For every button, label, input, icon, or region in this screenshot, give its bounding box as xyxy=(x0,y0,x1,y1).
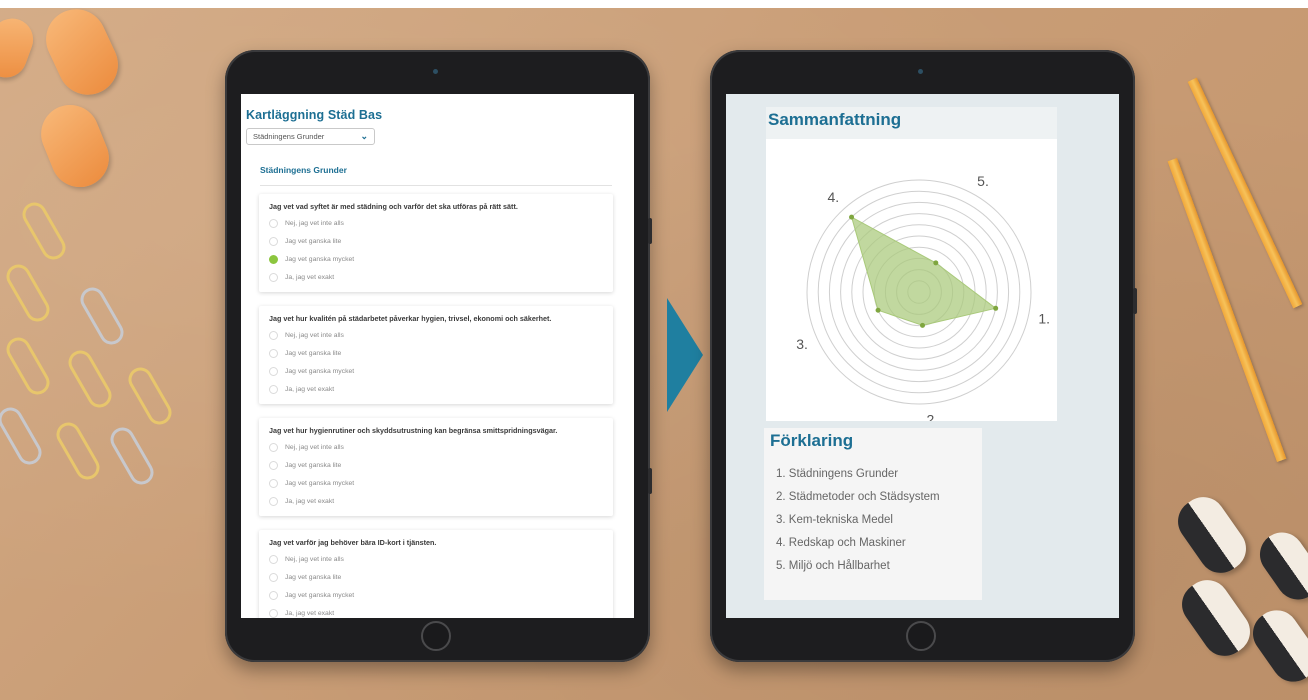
legend-item: 3. Kem-tekniska Medel xyxy=(776,514,893,526)
option-label: Ja, jag vet exakt xyxy=(285,497,335,505)
radar-point xyxy=(993,305,999,311)
radio-button[interactable] xyxy=(269,608,278,618)
radar-point xyxy=(849,214,855,220)
answer-option[interactable]: Jag vet ganska mycket xyxy=(269,587,603,605)
answer-option[interactable]: Nej, jag vet inte alls xyxy=(269,215,603,233)
question-text: Jag vet hur hygienrutiner och skyddsutru… xyxy=(269,426,558,435)
camera-dot xyxy=(918,69,923,74)
radio-button[interactable] xyxy=(269,443,278,453)
radio-button[interactable] xyxy=(269,366,278,376)
radar-point xyxy=(875,307,881,313)
side-button xyxy=(648,468,652,494)
answer-option[interactable]: Jag vet ganska mycket xyxy=(269,251,603,269)
tablet-survey: Kartläggning Städ Bas Städningens Grunde… xyxy=(225,50,652,662)
arrow-right-icon xyxy=(667,298,703,412)
question-text: Jag vet varför jag behöver bära ID-kort … xyxy=(269,538,437,547)
question-card: Jag vet hur hygienrutiner och skyddsutru… xyxy=(259,418,613,517)
answer-option[interactable]: Ja, jag vet exakt xyxy=(269,380,603,398)
radio-button[interactable] xyxy=(269,478,278,488)
answer-option[interactable]: Ja, jag vet exakt xyxy=(269,268,603,286)
option-label: Jag vet ganska lite xyxy=(285,350,342,358)
radar-chart: 1. 2. 3. 4. 5. xyxy=(796,173,1050,427)
section-heading: Städningens Grunder xyxy=(260,165,612,186)
option-label: Nej, jag vet inte alls xyxy=(285,444,344,452)
answer-option[interactable]: Nej, jag vet inte alls xyxy=(269,439,603,457)
answer-option[interactable]: Ja, jag vet exakt xyxy=(269,604,603,618)
option-label: Ja, jag vet exakt xyxy=(285,609,335,617)
radio-button[interactable] xyxy=(269,555,278,565)
legend-title: Förklaring xyxy=(770,431,854,450)
axis-label: 2. xyxy=(927,411,939,421)
option-label: Jag vet ganska mycket xyxy=(285,479,355,487)
option-label: Jag vet ganska lite xyxy=(285,574,342,582)
camera-dot xyxy=(433,69,438,74)
legend-item: 2. Städmetoder och Städsystem xyxy=(776,491,940,503)
section-dropdown[interactable]: Städningens Grunder ⌄ xyxy=(246,128,375,145)
summary-screen: Sammanfattning 1. 2. 3. 4. 5. Förklaring 1. … xyxy=(726,94,1119,618)
option-label: Nej, jag vet inte alls xyxy=(285,332,344,340)
axis-label: 5. xyxy=(977,173,989,189)
answer-option[interactable]: Jag vet ganska lite xyxy=(269,345,603,363)
radio-button[interactable] xyxy=(269,496,278,506)
answer-option[interactable]: Jag vet ganska lite xyxy=(269,569,603,587)
side-button xyxy=(648,218,652,244)
radio-button[interactable] xyxy=(269,349,278,359)
legend-item: 4. Redskap och Maskiner xyxy=(776,537,906,549)
option-label: Jag vet ganska mycket xyxy=(285,367,355,375)
radio-button[interactable] xyxy=(269,573,278,583)
radar-point xyxy=(920,322,926,328)
axis-label: 4. xyxy=(828,189,840,205)
survey-screen: Kartläggning Städ Bas Städningens Grunde… xyxy=(241,94,634,618)
side-button xyxy=(1133,288,1137,314)
radio-button[interactable] xyxy=(269,590,278,600)
survey-header: Kartläggning Städ Bas Städningens Grunde… xyxy=(246,108,382,145)
option-label: Nej, jag vet inte alls xyxy=(285,556,344,564)
legend-item: 5. Miljö och Hållbarhet xyxy=(776,560,890,572)
legend-panel: Förklaring 1. Städningens Grunder 2. Städ… xyxy=(764,428,982,600)
option-label: Ja, jag vet exakt xyxy=(285,385,335,393)
question-text: Jag vet vad syftet är med städning och v… xyxy=(269,202,518,211)
radio-selected[interactable] xyxy=(269,254,278,264)
option-label: Jag vet ganska mycket xyxy=(285,255,355,263)
radio-button[interactable] xyxy=(269,272,278,282)
home-button[interactable] xyxy=(421,621,451,651)
option-label: Nej, jag vet inte alls xyxy=(285,220,344,228)
dropdown-value: Städningens Grunder xyxy=(253,132,325,141)
radio-button[interactable] xyxy=(269,461,278,471)
radio-button[interactable] xyxy=(269,384,278,394)
axis-label: 1. xyxy=(1038,311,1050,327)
axis-label: 3. xyxy=(796,336,808,352)
top-border xyxy=(0,0,1308,8)
answer-option[interactable]: Jag vet ganska mycket xyxy=(269,475,603,493)
chevron-down-icon: ⌄ xyxy=(360,131,368,141)
answer-option[interactable]: Nej, jag vet inte alls xyxy=(269,551,603,569)
home-button[interactable] xyxy=(906,621,936,651)
answer-option[interactable]: Nej, jag vet inte alls xyxy=(269,327,603,345)
option-label: Jag vet ganska mycket xyxy=(285,591,355,599)
radar-chart-panel: 1. 2. 3. 4. 5. xyxy=(766,139,1057,427)
tablet-summary: Sammanfattning 1. 2. 3. 4. 5. Förklaring 1. … xyxy=(710,50,1137,662)
summary-title-box: Sammanfattning xyxy=(766,107,1057,139)
radio-button[interactable] xyxy=(269,331,278,341)
question-card: Jag vet varför jag behöver bära ID-kort … xyxy=(259,530,613,618)
app-title: Kartläggning Städ Bas xyxy=(246,108,383,122)
question-card: Jag vet hur kvalitén på städarbetet påve… xyxy=(259,306,613,405)
answer-option[interactable]: Ja, jag vet exakt xyxy=(269,492,603,510)
radio-button[interactable] xyxy=(269,219,278,229)
option-label: Ja, jag vet exakt xyxy=(285,273,335,281)
radar-area xyxy=(850,216,997,326)
option-label: Jag vet ganska lite xyxy=(285,462,342,470)
radar-point xyxy=(933,260,939,266)
question-card: Jag vet vad syftet är med städning och v… xyxy=(259,194,613,293)
answer-option[interactable]: Jag vet ganska mycket xyxy=(269,363,603,381)
option-label: Jag vet ganska lite xyxy=(285,238,342,246)
question-text: Jag vet hur kvalitén på städarbetet påve… xyxy=(269,314,552,323)
legend-list: 1. Städningens Grunder 2. Städmetoder och… xyxy=(776,468,940,583)
answer-option[interactable]: Jag vet ganska lite xyxy=(269,233,603,251)
summary-title: Sammanfattning xyxy=(768,110,902,129)
answer-option[interactable]: Jag vet ganska lite xyxy=(269,457,603,475)
legend-item: 1. Städningens Grunder xyxy=(776,468,899,480)
radio-button[interactable] xyxy=(269,237,278,247)
